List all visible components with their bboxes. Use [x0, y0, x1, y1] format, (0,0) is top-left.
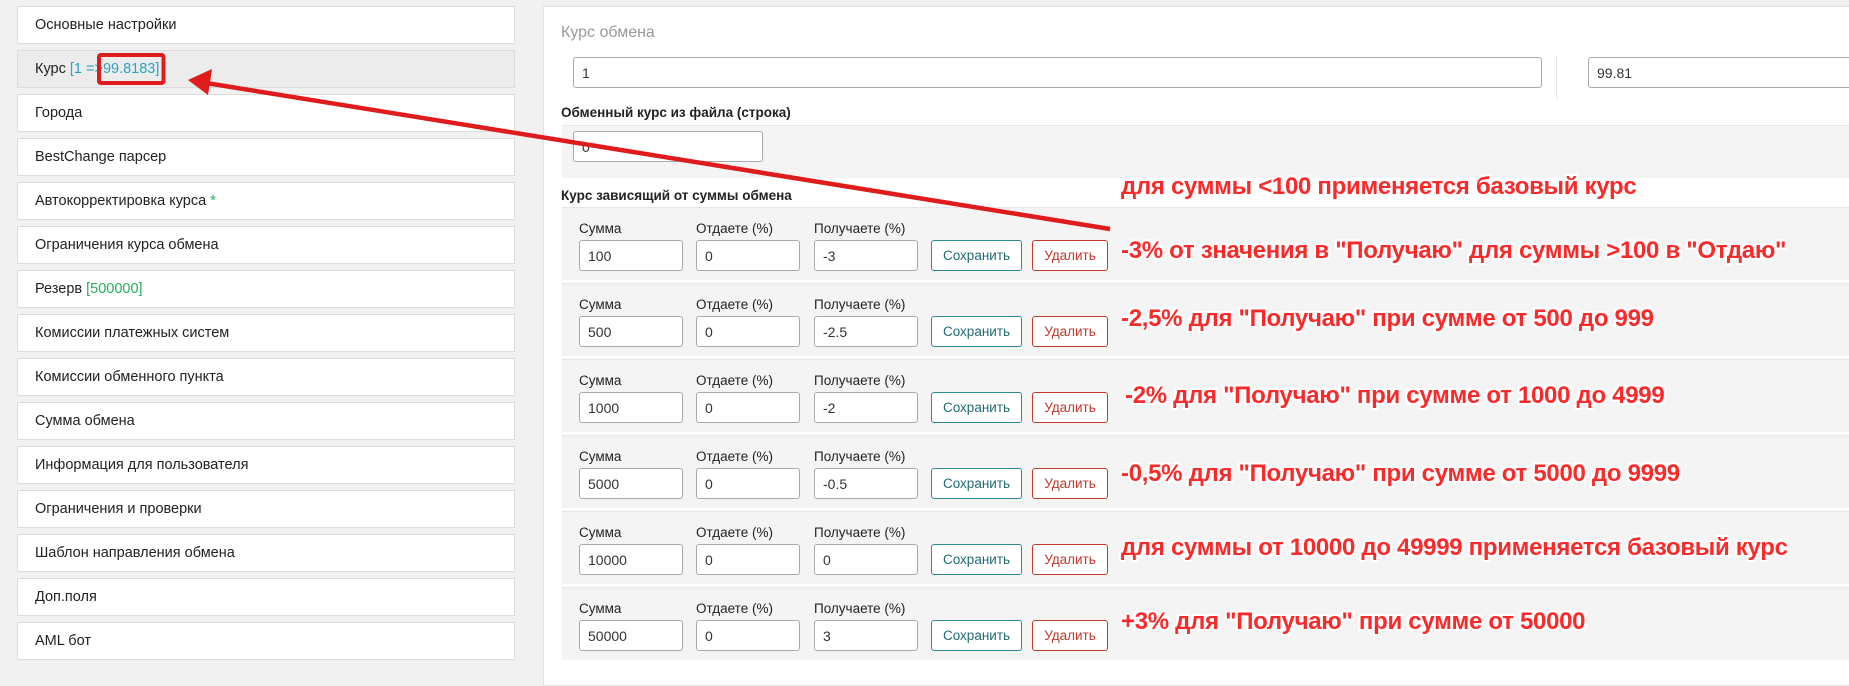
sidebar-item-label: Автокорректировка курса	[35, 193, 207, 209]
dependent-rate-label: Курс зависящий от суммы обмена	[561, 188, 792, 203]
sidebar-item-label: Резерв	[35, 281, 83, 297]
annotation-note: -2,5% для "Получаю" при сумме от 500 до …	[1121, 305, 1654, 332]
annotation-note: -0,5% для "Получаю" при сумме от 5000 до…	[1121, 460, 1680, 487]
sidebar-item-restrictions-checks[interactable]: Ограничения и проверки	[17, 490, 515, 528]
give-percent-input[interactable]	[696, 392, 800, 423]
annotation-note: для суммы <100 применяется базовый курс	[1121, 173, 1637, 200]
get-percent-input[interactable]	[814, 240, 918, 271]
get-percent-input[interactable]	[814, 544, 918, 575]
rate-summary-open: [1 =>	[69, 61, 103, 77]
sum-column-label: Сумма	[579, 221, 622, 236]
give-column-label: Отдаете (%)	[696, 297, 773, 312]
get-column-label: Получаете (%)	[814, 601, 906, 616]
file-rate-input[interactable]	[573, 131, 763, 162]
delete-button[interactable]: Удалить	[1032, 544, 1108, 575]
file-rate-label: Обменный курс из файла (строка)	[561, 105, 791, 120]
column-divider	[1556, 55, 1557, 99]
amount-input[interactable]	[579, 544, 683, 575]
annotation-note: -3% от значения в "Получаю" для суммы >1…	[1121, 237, 1787, 264]
sidebar-item-rate-limits[interactable]: Ограничения курса обмена	[17, 226, 515, 264]
delete-button[interactable]: Удалить	[1032, 316, 1108, 347]
sidebar-item-label: Сумма обмена	[35, 413, 135, 429]
annotation-note: +3% для "Получаю" при сумме от 50000	[1121, 608, 1586, 635]
sum-column-label: Сумма	[579, 449, 622, 464]
give-column-label: Отдаете (%)	[696, 525, 773, 540]
get-column-label: Получаете (%)	[814, 373, 906, 388]
get-column-label: Получаете (%)	[814, 297, 906, 312]
give-percent-input[interactable]	[696, 316, 800, 347]
save-button[interactable]: Сохранить	[931, 544, 1022, 575]
annotation-note: для суммы от 10000 до 49999 применяется …	[1121, 534, 1788, 561]
sidebar-item-basic-settings[interactable]: Основные настройки	[17, 6, 515, 44]
get-percent-input[interactable]	[814, 316, 918, 347]
rate-get-input[interactable]	[1588, 57, 1849, 88]
amount-input[interactable]	[579, 468, 683, 499]
sidebar-item-exchanger-fees[interactable]: Комиссии обменного пункта	[17, 358, 515, 396]
get-column-label: Получаете (%)	[814, 221, 906, 236]
sum-column-label: Сумма	[579, 373, 622, 388]
sidebar-item-label: Доп.поля	[35, 589, 97, 605]
sidebar-item-label: Комиссии обменного пункта	[35, 369, 224, 385]
sidebar-item-payment-fees[interactable]: Комиссии платежных систем	[17, 314, 515, 352]
amount-input[interactable]	[579, 316, 683, 347]
star-marker: *	[210, 193, 216, 209]
save-button[interactable]: Сохранить	[931, 468, 1022, 499]
give-percent-input[interactable]	[696, 620, 800, 651]
sidebar-item-extra-fields[interactable]: Доп.поля	[17, 578, 515, 616]
sidebar-item-label: AML бот	[35, 633, 91, 649]
amount-input[interactable]	[579, 392, 683, 423]
save-button[interactable]: Сохранить	[931, 316, 1022, 347]
sidebar-item-rate[interactable]: Курс [1 =>99.8183]	[17, 50, 515, 88]
save-button[interactable]: Сохранить	[931, 620, 1022, 651]
sidebar-item-bestchange-parser[interactable]: BestChange парсер	[17, 138, 515, 176]
sidebar-item-rate-autocorrection[interactable]: Автокорректировка курса *	[17, 182, 515, 220]
reserve-summary: [500000]	[86, 281, 143, 297]
delete-button[interactable]: Удалить	[1032, 620, 1108, 651]
give-percent-input[interactable]	[696, 468, 800, 499]
delete-button[interactable]: Удалить	[1032, 240, 1108, 271]
delete-button[interactable]: Удалить	[1032, 392, 1108, 423]
delete-button[interactable]: Удалить	[1032, 468, 1108, 499]
sidebar-item-direction-template[interactable]: Шаблон направления обмена	[17, 534, 515, 572]
give-percent-input[interactable]	[696, 240, 800, 271]
give-column-label: Отдаете (%)	[696, 601, 773, 616]
sidebar-item-cities[interactable]: Города	[17, 94, 515, 132]
sidebar-item-exchange-amount[interactable]: Сумма обмена	[17, 402, 515, 440]
get-column-label: Получаете (%)	[814, 449, 906, 464]
sidebar-item-label: Города	[35, 105, 83, 121]
sidebar-item-reserve[interactable]: Резерв [500000]	[17, 270, 515, 308]
give-column-label: Отдаете (%)	[696, 449, 773, 464]
sidebar-item-user-info[interactable]: Информация для пользователя	[17, 446, 515, 484]
sidebar-item-label: Основные настройки	[35, 17, 177, 33]
get-column-label: Получаете (%)	[814, 525, 906, 540]
rate-give-input[interactable]	[573, 57, 1542, 88]
sidebar-item-aml-bot[interactable]: AML бот	[17, 622, 515, 660]
rate-settings-panel: Курс обмена Обменный курс из файла (стро…	[543, 6, 1849, 686]
sidebar-item-label: Ограничения и проверки	[35, 501, 202, 517]
sidebar-item-label: Шаблон направления обмена	[35, 545, 235, 561]
get-percent-input[interactable]	[814, 468, 918, 499]
sidebar-item-label: Информация для пользователя	[35, 457, 249, 473]
annotation-note: -2% для "Получаю" при сумме от 1000 до 4…	[1125, 382, 1665, 409]
panel-title: Курс обмена	[561, 24, 655, 41]
sidebar-item-label: BestChange парсер	[35, 149, 167, 165]
give-column-label: Отдаете (%)	[696, 221, 773, 236]
get-percent-input[interactable]	[814, 620, 918, 651]
sum-column-label: Сумма	[579, 297, 622, 312]
give-percent-input[interactable]	[696, 544, 800, 575]
get-percent-input[interactable]	[814, 392, 918, 423]
sidebar-item-label: Ограничения курса обмена	[35, 237, 219, 253]
save-button[interactable]: Сохранить	[931, 240, 1022, 271]
amount-input[interactable]	[579, 240, 683, 271]
rate-summary-value: 99.8183]	[102, 61, 160, 77]
save-button[interactable]: Сохранить	[931, 392, 1022, 423]
sidebar-item-label: Комиссии платежных систем	[35, 325, 230, 341]
amount-input[interactable]	[579, 620, 683, 651]
sum-column-label: Сумма	[579, 525, 622, 540]
sum-column-label: Сумма	[579, 601, 622, 616]
sidebar-item-label: Курс	[35, 61, 66, 77]
give-column-label: Отдаете (%)	[696, 373, 773, 388]
